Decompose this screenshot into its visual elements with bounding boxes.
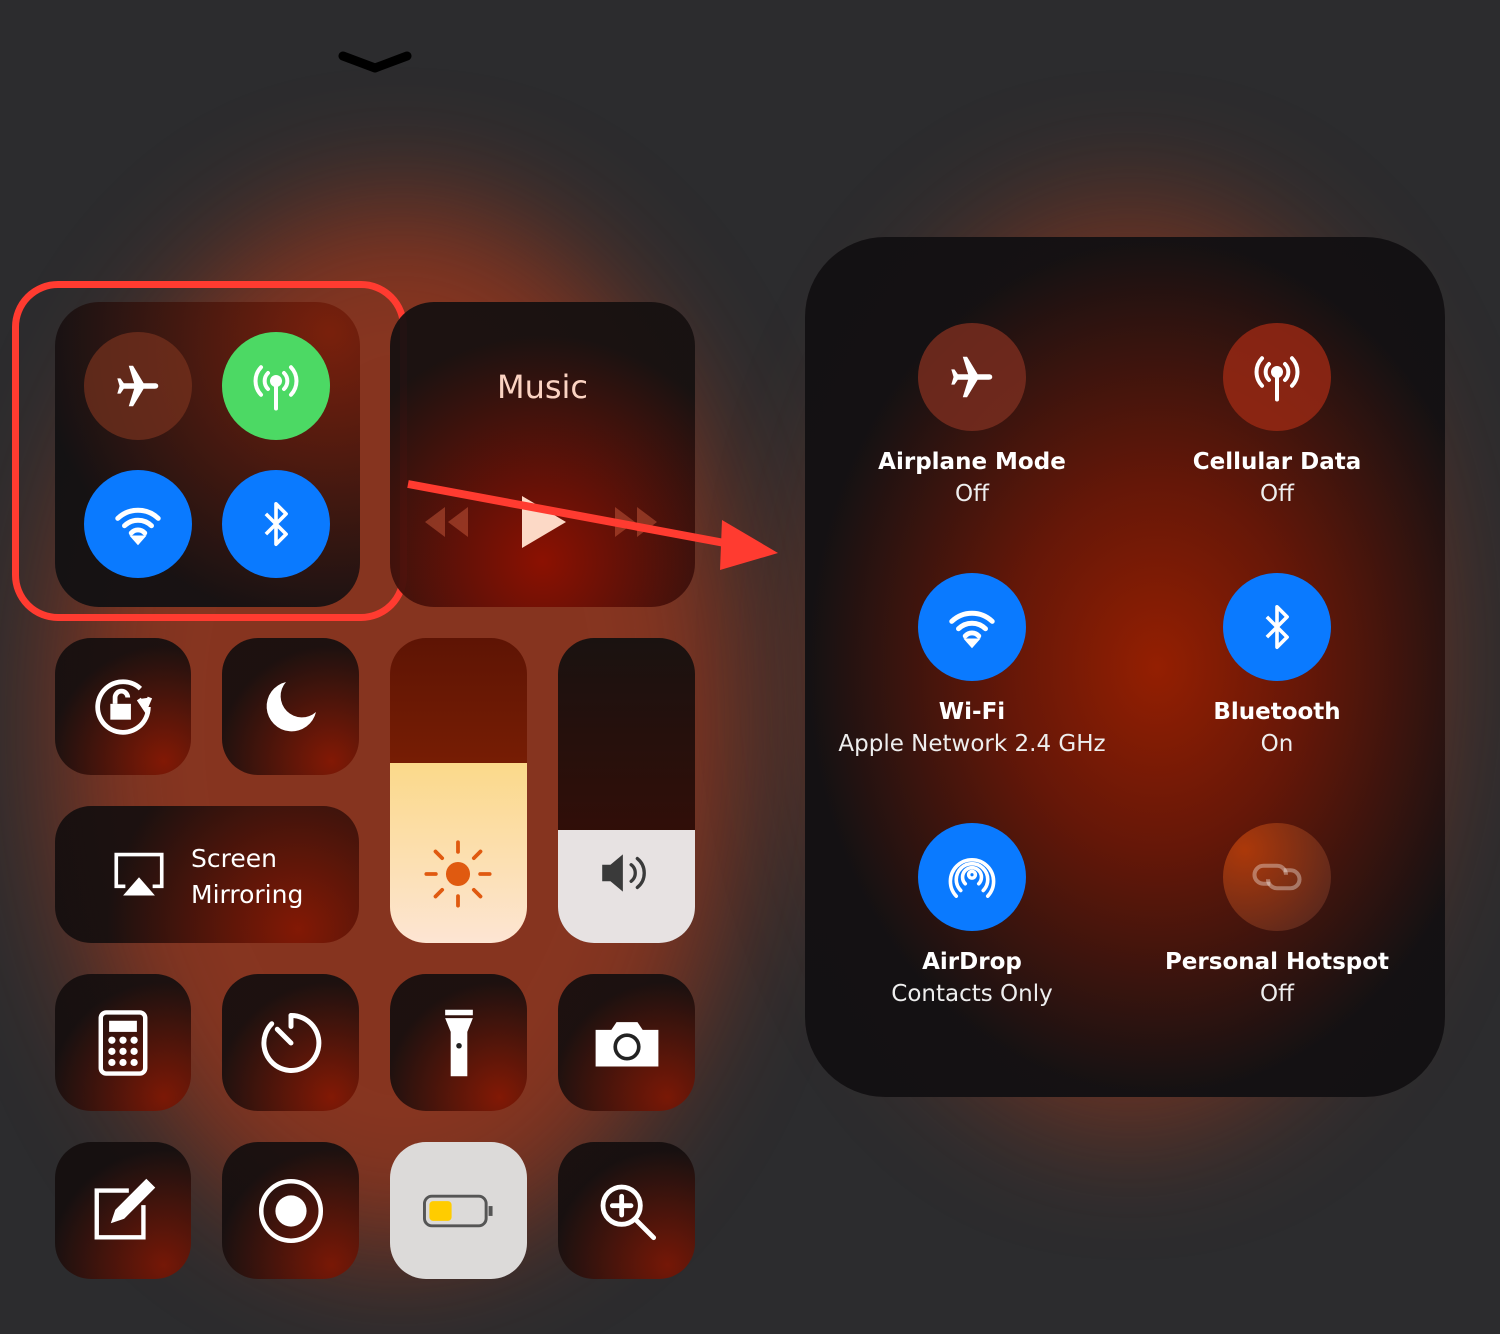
timer-button[interactable] bbox=[222, 974, 359, 1111]
music-title: Music bbox=[496, 368, 589, 406]
item-title: Airplane Mode bbox=[878, 449, 1066, 475]
flashlight-button[interactable] bbox=[390, 974, 527, 1111]
screen-mirroring-label-1: Screen bbox=[191, 844, 277, 873]
bluetooth-icon bbox=[1265, 604, 1289, 650]
item-status: On bbox=[1260, 731, 1294, 757]
chevron-down-icon[interactable] bbox=[338, 48, 412, 78]
airdrop-icon bbox=[948, 857, 996, 898]
orientation-lock-button[interactable] bbox=[55, 638, 191, 775]
screen-record-button[interactable] bbox=[222, 1142, 359, 1279]
item-status: Off bbox=[955, 481, 989, 507]
item-title: Bluetooth bbox=[1213, 699, 1341, 725]
sun-icon bbox=[424, 840, 492, 908]
cellular-data-toggle[interactable] bbox=[1223, 323, 1331, 431]
wifi-label: Wi-Fi Apple Network 2.4 GHz bbox=[822, 696, 1122, 760]
volume-slider[interactable] bbox=[558, 638, 695, 943]
notes-button[interactable] bbox=[55, 1142, 191, 1279]
calculator-icon bbox=[98, 1009, 148, 1076]
airdrop-toggle[interactable] bbox=[918, 823, 1026, 931]
camera-button[interactable] bbox=[558, 974, 695, 1111]
timer-icon bbox=[260, 1012, 321, 1073]
flashlight-icon bbox=[444, 1009, 473, 1076]
expanded-connectivity-panel: Airplane Mode Off Cellular Data Off Wi-Fi A… bbox=[805, 237, 1445, 1097]
screen-mirroring-button[interactable]: Screen Mirroring bbox=[55, 806, 359, 943]
battery-icon bbox=[422, 1194, 493, 1227]
low-power-mode-button[interactable] bbox=[390, 1142, 527, 1279]
calculator-button[interactable] bbox=[55, 974, 191, 1111]
personal-hotspot-label: Personal Hotspot Off bbox=[1127, 946, 1427, 1010]
do-not-disturb-button[interactable] bbox=[222, 638, 359, 775]
cellular-antenna-icon bbox=[1254, 356, 1300, 402]
magnifier-button[interactable] bbox=[558, 1142, 695, 1279]
airplane-mode-toggle[interactable] bbox=[918, 323, 1026, 431]
airplane-mode-label: Airplane Mode Off bbox=[822, 446, 1122, 510]
brightness-slider[interactable] bbox=[390, 638, 527, 943]
item-status: Apple Network 2.4 GHz bbox=[838, 731, 1106, 757]
airdrop-label: AirDrop Contacts Only bbox=[822, 946, 1122, 1010]
cellular-data-label: Cellular Data Off bbox=[1127, 446, 1427, 510]
notes-icon bbox=[94, 1178, 156, 1239]
item-status: Contacts Only bbox=[891, 981, 1053, 1007]
wifi-toggle[interactable] bbox=[918, 573, 1026, 681]
moon-icon bbox=[266, 681, 316, 731]
annotation-arrow bbox=[407, 480, 778, 570]
item-title: Personal Hotspot bbox=[1164, 949, 1390, 975]
annotation-highlight-box bbox=[12, 281, 407, 621]
item-status: Off bbox=[1260, 481, 1294, 507]
airplay-icon bbox=[114, 852, 164, 896]
personal-hotspot-toggle[interactable] bbox=[1223, 823, 1331, 931]
bluetooth-toggle[interactable] bbox=[1223, 573, 1331, 681]
item-title: Wi-Fi bbox=[938, 699, 1006, 725]
wifi-icon bbox=[949, 610, 995, 649]
speaker-icon bbox=[602, 854, 646, 892]
item-title: AirDrop bbox=[922, 949, 1022, 975]
item-title: Cellular Data bbox=[1192, 449, 1362, 475]
hotspot-link-icon bbox=[1252, 863, 1302, 891]
airplane-icon bbox=[951, 356, 993, 398]
item-status: Off bbox=[1260, 981, 1294, 1007]
orientation-lock-icon bbox=[95, 678, 153, 735]
bluetooth-label: Bluetooth On bbox=[1127, 696, 1427, 760]
screen-record-icon bbox=[258, 1178, 323, 1243]
magnifier-icon bbox=[600, 1184, 656, 1240]
camera-icon bbox=[595, 1021, 658, 1067]
screen-mirroring-label-2: Mirroring bbox=[191, 880, 304, 909]
